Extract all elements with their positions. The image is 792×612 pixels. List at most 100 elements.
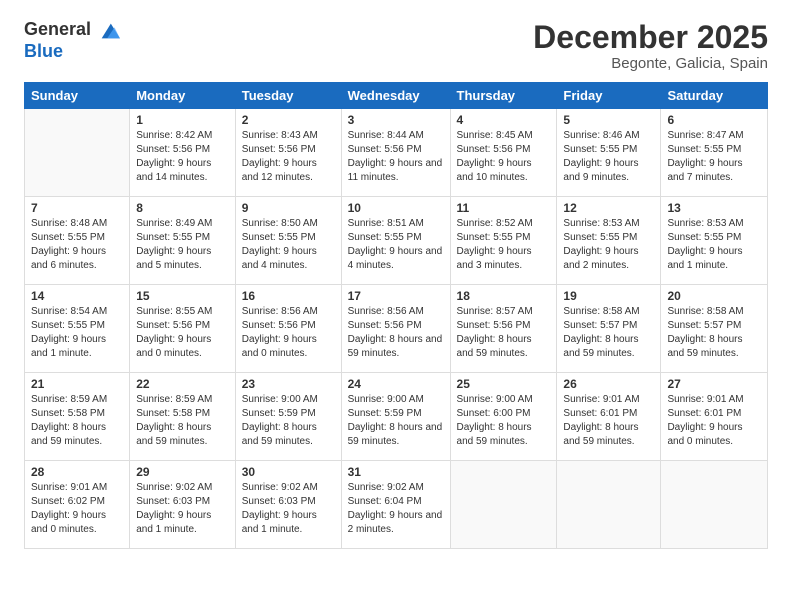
day-info: Sunrise: 8:59 AMSunset: 5:58 PMDaylight:… xyxy=(136,393,229,449)
table-row: 14Sunrise: 8:54 AMSunset: 5:55 PMDayligh… xyxy=(25,285,768,373)
logo-blue: Blue xyxy=(24,42,63,60)
day-number: 17 xyxy=(348,289,444,303)
table-row: 7 Sunrise: 8:48 AMSunset: 5:55 PMDaylight… xyxy=(25,197,768,285)
col-thursday: Thursday xyxy=(450,83,557,109)
day-number: 6 xyxy=(667,113,761,127)
table-row: 21 Sunrise: 8:59 AMSunset: 5:58 PMDayligh… xyxy=(25,373,768,461)
day-info: Sunrise: 8:46 AMSunset: 5:55 PMDaylight:… xyxy=(563,129,654,185)
day-info: Sunrise: 8:56 AMSunset: 5:56 PMDaylight:… xyxy=(348,305,444,361)
table-cell: 10 Sunrise: 8:51 AMSunset: 5:55 PMDayligh… xyxy=(341,197,450,285)
table-cell: 19 Sunrise: 8:58 AMSunset: 5:57 PMDayligh… xyxy=(557,285,661,373)
day-number: 12 xyxy=(563,201,654,215)
day-info: Sunrise: 8:50 AMSunset: 5:55 PMDaylight:… xyxy=(242,217,335,273)
day-info: Sunrise: 9:02 AMSunset: 6:03 PMDaylight:… xyxy=(136,481,229,537)
day-info: Sunrise: 9:00 AMSunset: 5:59 PMDaylight:… xyxy=(348,393,444,449)
col-sunday: Sunday xyxy=(25,83,130,109)
day-number: 21 xyxy=(31,377,123,391)
day-number: 5 xyxy=(563,113,654,127)
calendar-table: Sunday Monday Tuesday Wednesday Thursday… xyxy=(24,82,768,549)
day-info: Sunrise: 9:02 AMSunset: 6:03 PMDaylight:… xyxy=(242,481,335,537)
day-info: Sunrise: 8:45 AMSunset: 5:56 PMDaylight:… xyxy=(457,129,551,185)
day-number: 25 xyxy=(457,377,551,391)
logo-icon xyxy=(98,20,120,42)
table-cell: 31 Sunrise: 9:02 AMSunset: 6:04 PMDayligh… xyxy=(341,461,450,549)
day-info: Sunrise: 9:02 AMSunset: 6:04 PMDaylight:… xyxy=(348,481,444,537)
day-info: Sunrise: 8:57 AMSunset: 5:56 PMDaylight:… xyxy=(457,305,551,361)
day-info: Sunrise: 8:47 AMSunset: 5:55 PMDaylight:… xyxy=(667,129,761,185)
day-number: 8 xyxy=(136,201,229,215)
day-number: 2 xyxy=(242,113,335,127)
day-number: 20 xyxy=(667,289,761,303)
table-cell: 9Sunrise: 8:50 AMSunset: 5:55 PMDaylight… xyxy=(235,197,341,285)
table-cell: 29Sunrise: 9:02 AMSunset: 6:03 PMDayligh… xyxy=(130,461,236,549)
table-cell: 5 Sunrise: 8:46 AMSunset: 5:55 PMDaylight… xyxy=(557,109,661,197)
day-number: 27 xyxy=(667,377,761,391)
col-tuesday: Tuesday xyxy=(235,83,341,109)
table-row: 28 Sunrise: 9:01 AMSunset: 6:02 PMDayligh… xyxy=(25,461,768,549)
day-number: 16 xyxy=(242,289,335,303)
day-info: Sunrise: 8:43 AMSunset: 5:56 PMDaylight:… xyxy=(242,129,335,185)
day-info: Sunrise: 8:56 AMSunset: 5:56 PMDaylight:… xyxy=(242,305,335,361)
day-number: 19 xyxy=(563,289,654,303)
table-cell: 1Sunrise: 8:42 AMSunset: 5:56 PMDaylight… xyxy=(130,109,236,197)
table-cell: 18 Sunrise: 8:57 AMSunset: 5:56 PMDayligh… xyxy=(450,285,557,373)
table-cell: 23 Sunrise: 9:00 AMSunset: 5:59 PMDayligh… xyxy=(235,373,341,461)
page: General Blue December 2025 Begonte, Gali… xyxy=(0,0,792,612)
table-cell: 14Sunrise: 8:54 AMSunset: 5:55 PMDayligh… xyxy=(25,285,130,373)
table-cell: 2 Sunrise: 8:43 AMSunset: 5:56 PMDaylight… xyxy=(235,109,341,197)
day-info: Sunrise: 8:58 AMSunset: 5:57 PMDaylight:… xyxy=(563,305,654,361)
table-cell: 16 Sunrise: 8:56 AMSunset: 5:56 PMDayligh… xyxy=(235,285,341,373)
day-info: Sunrise: 8:55 AMSunset: 5:56 PMDaylight:… xyxy=(136,305,229,361)
table-cell: 8 Sunrise: 8:49 AMSunset: 5:55 PMDaylight… xyxy=(130,197,236,285)
day-number: 31 xyxy=(348,465,444,479)
table-cell: 17 Sunrise: 8:56 AMSunset: 5:56 PMDayligh… xyxy=(341,285,450,373)
day-number: 10 xyxy=(348,201,444,215)
day-number: 7 xyxy=(31,201,123,215)
day-info: Sunrise: 8:53 AMSunset: 5:55 PMDaylight:… xyxy=(563,217,654,273)
day-number: 11 xyxy=(457,201,551,215)
table-cell: 7 Sunrise: 8:48 AMSunset: 5:55 PMDaylight… xyxy=(25,197,130,285)
day-info: Sunrise: 8:53 AMSunset: 5:55 PMDaylight:… xyxy=(667,217,761,273)
day-number: 26 xyxy=(563,377,654,391)
day-number: 1 xyxy=(136,113,229,127)
day-info: Sunrise: 8:51 AMSunset: 5:55 PMDaylight:… xyxy=(348,217,444,273)
day-info: Sunrise: 8:58 AMSunset: 5:57 PMDaylight:… xyxy=(667,305,761,361)
table-cell: 30 Sunrise: 9:02 AMSunset: 6:03 PMDayligh… xyxy=(235,461,341,549)
day-number: 13 xyxy=(667,201,761,215)
day-number: 3 xyxy=(348,113,444,127)
table-cell: 12 Sunrise: 8:53 AMSunset: 5:55 PMDayligh… xyxy=(557,197,661,285)
table-cell: 21 Sunrise: 8:59 AMSunset: 5:58 PMDayligh… xyxy=(25,373,130,461)
table-cell: 11Sunrise: 8:52 AMSunset: 5:55 PMDayligh… xyxy=(450,197,557,285)
header-row: Sunday Monday Tuesday Wednesday Thursday… xyxy=(25,83,768,109)
day-info: Sunrise: 9:00 AMSunset: 5:59 PMDaylight:… xyxy=(242,393,335,449)
day-number: 23 xyxy=(242,377,335,391)
table-cell: 15 Sunrise: 8:55 AMSunset: 5:56 PMDayligh… xyxy=(130,285,236,373)
table-cell: 4Sunrise: 8:45 AMSunset: 5:56 PMDaylight… xyxy=(450,109,557,197)
day-number: 30 xyxy=(242,465,335,479)
day-number: 18 xyxy=(457,289,551,303)
month-title: December 2025 xyxy=(533,20,768,55)
day-number: 14 xyxy=(31,289,123,303)
table-cell: 13 Sunrise: 8:53 AMSunset: 5:55 PMDayligh… xyxy=(661,197,768,285)
table-cell: 28 Sunrise: 9:01 AMSunset: 6:02 PMDayligh… xyxy=(25,461,130,549)
day-number: 22 xyxy=(136,377,229,391)
table-cell: 27 Sunrise: 9:01 AMSunset: 6:01 PMDayligh… xyxy=(661,373,768,461)
day-info: Sunrise: 8:49 AMSunset: 5:55 PMDaylight:… xyxy=(136,217,229,273)
day-info: Sunrise: 8:59 AMSunset: 5:58 PMDaylight:… xyxy=(31,393,123,449)
day-info: Sunrise: 9:01 AMSunset: 6:01 PMDaylight:… xyxy=(563,393,654,449)
col-monday: Monday xyxy=(130,83,236,109)
day-number: 28 xyxy=(31,465,123,479)
table-cell: 22 Sunrise: 8:59 AMSunset: 5:58 PMDayligh… xyxy=(130,373,236,461)
location: Begonte, Galicia, Spain xyxy=(533,55,768,72)
logo: General Blue xyxy=(24,20,120,60)
day-info: Sunrise: 8:48 AMSunset: 5:55 PMDaylight:… xyxy=(31,217,123,273)
col-friday: Friday xyxy=(557,83,661,109)
table-cell xyxy=(557,461,661,549)
day-info: Sunrise: 9:01 AMSunset: 6:02 PMDaylight:… xyxy=(31,481,123,537)
table-cell: 20 Sunrise: 8:58 AMSunset: 5:57 PMDayligh… xyxy=(661,285,768,373)
day-info: Sunrise: 9:01 AMSunset: 6:01 PMDaylight:… xyxy=(667,393,761,449)
table-cell xyxy=(25,109,130,197)
day-number: 15 xyxy=(136,289,229,303)
col-saturday: Saturday xyxy=(661,83,768,109)
day-info: Sunrise: 8:44 AMSunset: 5:56 PMDaylight:… xyxy=(348,129,444,185)
